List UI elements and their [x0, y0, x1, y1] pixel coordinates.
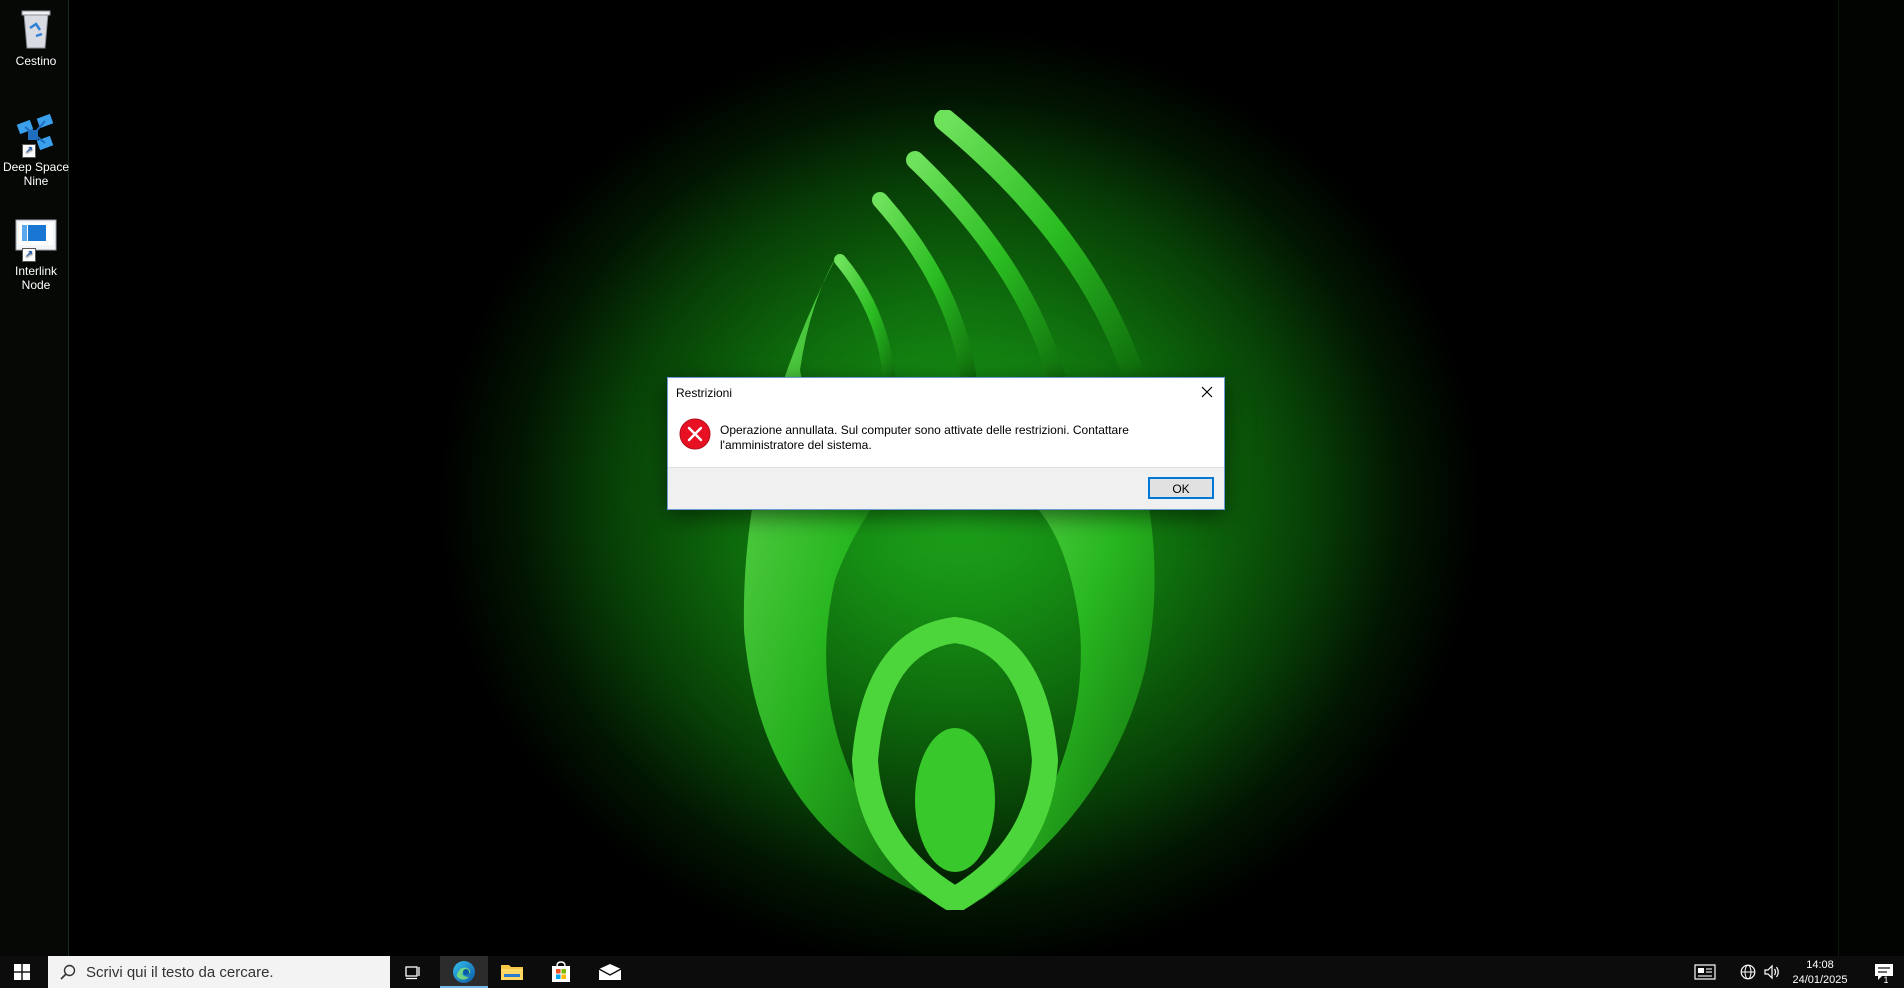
taskbar-app-mail[interactable]: [586, 956, 634, 988]
desktop-icon-label: Deep Space Nine: [2, 160, 70, 188]
speaker-icon: [1764, 964, 1779, 980]
close-icon: [1201, 386, 1213, 398]
edge-icon: [453, 961, 475, 983]
desktop-icon-deep-space-nine[interactable]: ↗ Deep Space Nine: [2, 112, 70, 188]
taskbar-app-file-explorer[interactable]: [488, 956, 536, 988]
dialog-footer: OK: [668, 467, 1224, 509]
clock-date: 24/01/2025: [1792, 974, 1848, 986]
taskbar-clock[interactable]: 14:08 24/01/2025: [1786, 958, 1854, 988]
restrictions-dialog: Restrizioni Operazione annullata. Sul co…: [667, 377, 1225, 510]
desktop: Cestino ↗ Deep Space Nine ↗ Interlink No…: [0, 0, 1904, 956]
ok-button[interactable]: OK: [1148, 477, 1214, 499]
folder-icon: [501, 965, 523, 980]
news-widget-button[interactable]: [1688, 956, 1722, 988]
close-button[interactable]: [1190, 378, 1224, 406]
windows-logo-icon: [14, 964, 30, 980]
mail-icon: [598, 964, 622, 980]
desktop-icon-recycle-bin[interactable]: Cestino: [2, 6, 70, 68]
search-placeholder: Scrivi qui il testo da cercare.: [86, 963, 274, 981]
task-view-button[interactable]: [390, 956, 438, 988]
notification-count-badge: 1: [1883, 975, 1889, 985]
task-view-icon: [405, 966, 420, 980]
network-shortcut-icon: ↗: [14, 112, 58, 158]
network-button[interactable]: [1736, 956, 1760, 988]
desktop-icon-label: Cestino: [15, 54, 57, 68]
volume-button[interactable]: [1760, 956, 1784, 988]
start-button[interactable]: [0, 956, 44, 988]
taskbar-app-edge[interactable]: [440, 956, 488, 988]
store-icon: [552, 961, 570, 982]
clock-time: 14:08: [1806, 959, 1834, 971]
shortcut-arrow-icon: ↗: [22, 248, 36, 262]
taskbar: Scrivi qui il testo da cercare. 14:08 24…: [0, 956, 1904, 988]
dialog-title: Restrizioni: [676, 386, 733, 400]
shortcut-arrow-icon: ↗: [22, 144, 36, 158]
globe-icon: [1740, 964, 1756, 980]
desktop-icon-label: Interlink Node: [14, 264, 58, 292]
dialog-message: Operazione annullata. Sul computer sono …: [720, 423, 1129, 452]
taskbar-search-box[interactable]: Scrivi qui il testo da cercare.: [48, 956, 390, 988]
error-icon: [679, 418, 711, 450]
desktop-icon-interlink-node[interactable]: ↗ Interlink Node: [2, 216, 70, 292]
search-icon: [60, 964, 76, 980]
remote-desktop-shortcut-icon: ↗: [14, 216, 58, 262]
recycle-bin-icon: [14, 6, 58, 50]
taskbar-app-microsoft-store[interactable]: [537, 956, 585, 988]
desktop-right-strip: [1838, 0, 1904, 956]
wallpaper-emblem: [743, 110, 1155, 910]
news-icon: [1694, 964, 1716, 980]
